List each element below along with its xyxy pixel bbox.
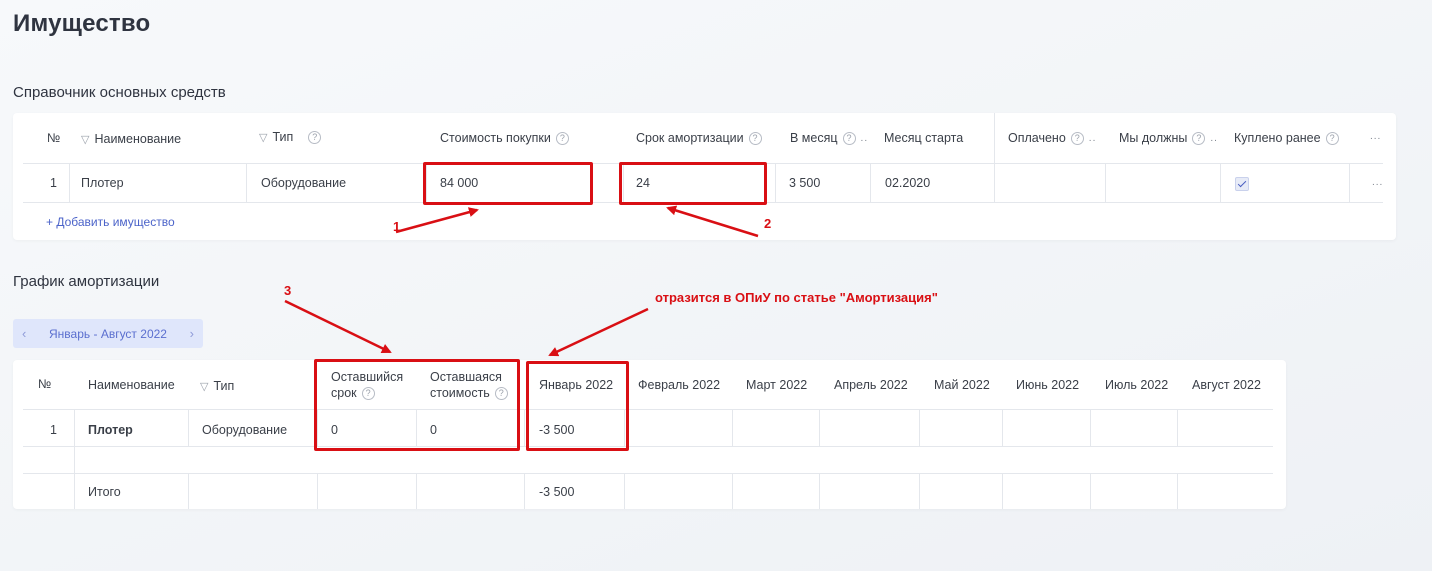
col-type[interactable]: ▽ Тип: [200, 379, 234, 393]
assets-section-title: Справочник основных средств: [13, 84, 226, 101]
cell-start-month[interactable]: 02.2020: [885, 176, 930, 190]
filter-icon[interactable]: ▽: [81, 133, 89, 146]
column-menu-icon[interactable]: ..: [1210, 133, 1218, 144]
col-month-may[interactable]: Май 2022: [934, 378, 990, 392]
total-month-jan: -3 500: [539, 485, 575, 499]
add-asset-link[interactable]: + Добавить имущество: [46, 215, 175, 229]
col-name[interactable]: Наименование: [88, 378, 175, 392]
col-num[interactable]: №: [47, 131, 60, 145]
cell-type[interactable]: Оборудование: [261, 176, 346, 190]
arrow-3: [284, 299, 392, 354]
schedule-card: № Наименование ▽ Тип Оставшийся срок? Ос…: [13, 360, 1286, 509]
help-icon[interactable]: ?: [1325, 131, 1339, 145]
schedule-section-title: График амортизации: [13, 273, 160, 290]
col-month-jun[interactable]: Июнь 2022: [1016, 378, 1079, 392]
period-label: Январь - Август 2022: [49, 326, 167, 341]
highlight-remaining: [314, 359, 520, 451]
cell-num: 1: [50, 176, 57, 190]
cell-num: 1: [50, 423, 57, 437]
annotation-label-2: 2: [764, 216, 772, 231]
col-start-month[interactable]: Месяц старта: [884, 131, 963, 145]
bought-earlier-checkbox[interactable]: [1235, 177, 1249, 191]
cell-name[interactable]: Плотер: [81, 176, 124, 190]
col-month-mar[interactable]: Март 2022: [746, 378, 807, 392]
col-num[interactable]: №: [38, 377, 51, 391]
cell-per-month: 3 500: [789, 176, 821, 190]
chevron-left-icon[interactable]: ‹: [22, 326, 26, 341]
column-menu-icon[interactable]: ..: [1089, 133, 1097, 144]
chevron-right-icon[interactable]: ›: [190, 326, 194, 341]
cell-name: Плотер: [88, 423, 133, 437]
help-icon[interactable]: ?: [308, 130, 322, 144]
help-icon[interactable]: ?: [555, 131, 569, 145]
highlight-january: [526, 361, 629, 451]
help-icon[interactable]: ?: [1192, 131, 1206, 145]
total-label: Итого: [88, 485, 121, 499]
help-icon[interactable]: ?: [1070, 131, 1084, 145]
highlight-amort-term: [619, 162, 767, 205]
annotation-note: отразится в ОПиУ по статье "Амортизация": [655, 290, 938, 305]
cell-type: Оборудование: [202, 423, 288, 437]
col-month-aug[interactable]: Август 2022: [1192, 378, 1261, 392]
col-amort-term[interactable]: Срок амортизации ?: [636, 131, 762, 145]
highlight-purchase-cost: [423, 162, 593, 205]
column-menu-icon[interactable]: ..: [861, 133, 869, 144]
annotation-label-3: 3: [284, 283, 292, 298]
filter-icon[interactable]: ▽: [200, 380, 208, 393]
col-we-owe[interactable]: Мы должны ? ..: [1119, 131, 1218, 145]
row-menu-icon[interactable]: ...: [1372, 177, 1383, 188]
col-month-jul[interactable]: Июль 2022: [1105, 378, 1168, 392]
col-purchase-cost[interactable]: Стоимость покупки ?: [440, 131, 569, 145]
col-month-apr[interactable]: Апрель 2022: [834, 378, 908, 392]
period-selector[interactable]: ‹ Январь - Август 2022 ›: [13, 319, 203, 348]
annotation-label-1: 1: [393, 219, 401, 234]
columns-menu-icon[interactable]: ...: [1370, 131, 1381, 142]
page-title: Имущество: [13, 10, 151, 37]
arrow-note: [548, 307, 649, 357]
col-bought-earlier[interactable]: Куплено ранее ?: [1234, 131, 1339, 145]
col-month-feb[interactable]: Февраль 2022: [638, 378, 720, 392]
col-paid[interactable]: Оплачено ? ..: [1008, 131, 1096, 145]
help-icon[interactable]: ?: [748, 131, 762, 145]
col-type[interactable]: ▽ Тип ?: [259, 130, 322, 144]
help-icon[interactable]: ?: [842, 131, 856, 145]
col-per-month[interactable]: В месяц ? ..: [790, 131, 868, 145]
filter-icon[interactable]: ▽: [259, 131, 267, 144]
col-name[interactable]: ▽ Наименование: [81, 132, 181, 146]
